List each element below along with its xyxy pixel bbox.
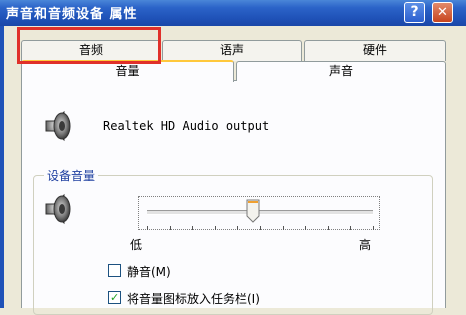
slider-tick [327, 226, 329, 230]
slider-tick [305, 226, 307, 230]
window-title: 声音和音频设备 属性 [6, 7, 138, 22]
device-volume-label: 设备音量 [44, 167, 99, 184]
mute-label[interactable]: 静音(M) [127, 263, 171, 280]
slider-tick [147, 226, 148, 230]
window-frame [0, 26, 4, 308]
slider-tick [282, 226, 284, 230]
speaker-icon [45, 193, 71, 225]
slider-tick [260, 226, 261, 230]
tab-voice[interactable]: 语声 [162, 40, 302, 61]
check-icon: ✓ [110, 291, 120, 304]
title-bar[interactable]: 声音和音频设备 属性 ? ✕ [0, 0, 466, 26]
taskbar-icon-checkbox[interactable]: ✓ [108, 291, 121, 304]
highlight-box [17, 27, 161, 64]
slider-tick [214, 226, 216, 230]
volume-slider-thumb[interactable] [246, 199, 260, 223]
speaker-icon [45, 110, 71, 142]
help-button[interactable]: ? [404, 2, 425, 23]
device-name: Realtek HD Audio output [103, 119, 270, 133]
slider-tick [237, 226, 239, 230]
taskbar-icon-label[interactable]: 将音量图标放入任务栏(I) [127, 290, 260, 307]
volume-high-label: 高 [359, 238, 372, 252]
close-button[interactable]: ✕ [432, 2, 453, 23]
volume-low-label: 低 [130, 238, 143, 252]
slider-tick [350, 226, 352, 230]
slider-tick [373, 226, 374, 230]
slider-tick [192, 226, 194, 230]
mute-checkbox[interactable] [108, 264, 121, 277]
slider-tick [169, 226, 171, 230]
tab-sounds[interactable]: 声音 [236, 61, 446, 81]
tab-hardware[interactable]: 硬件 [304, 40, 446, 61]
